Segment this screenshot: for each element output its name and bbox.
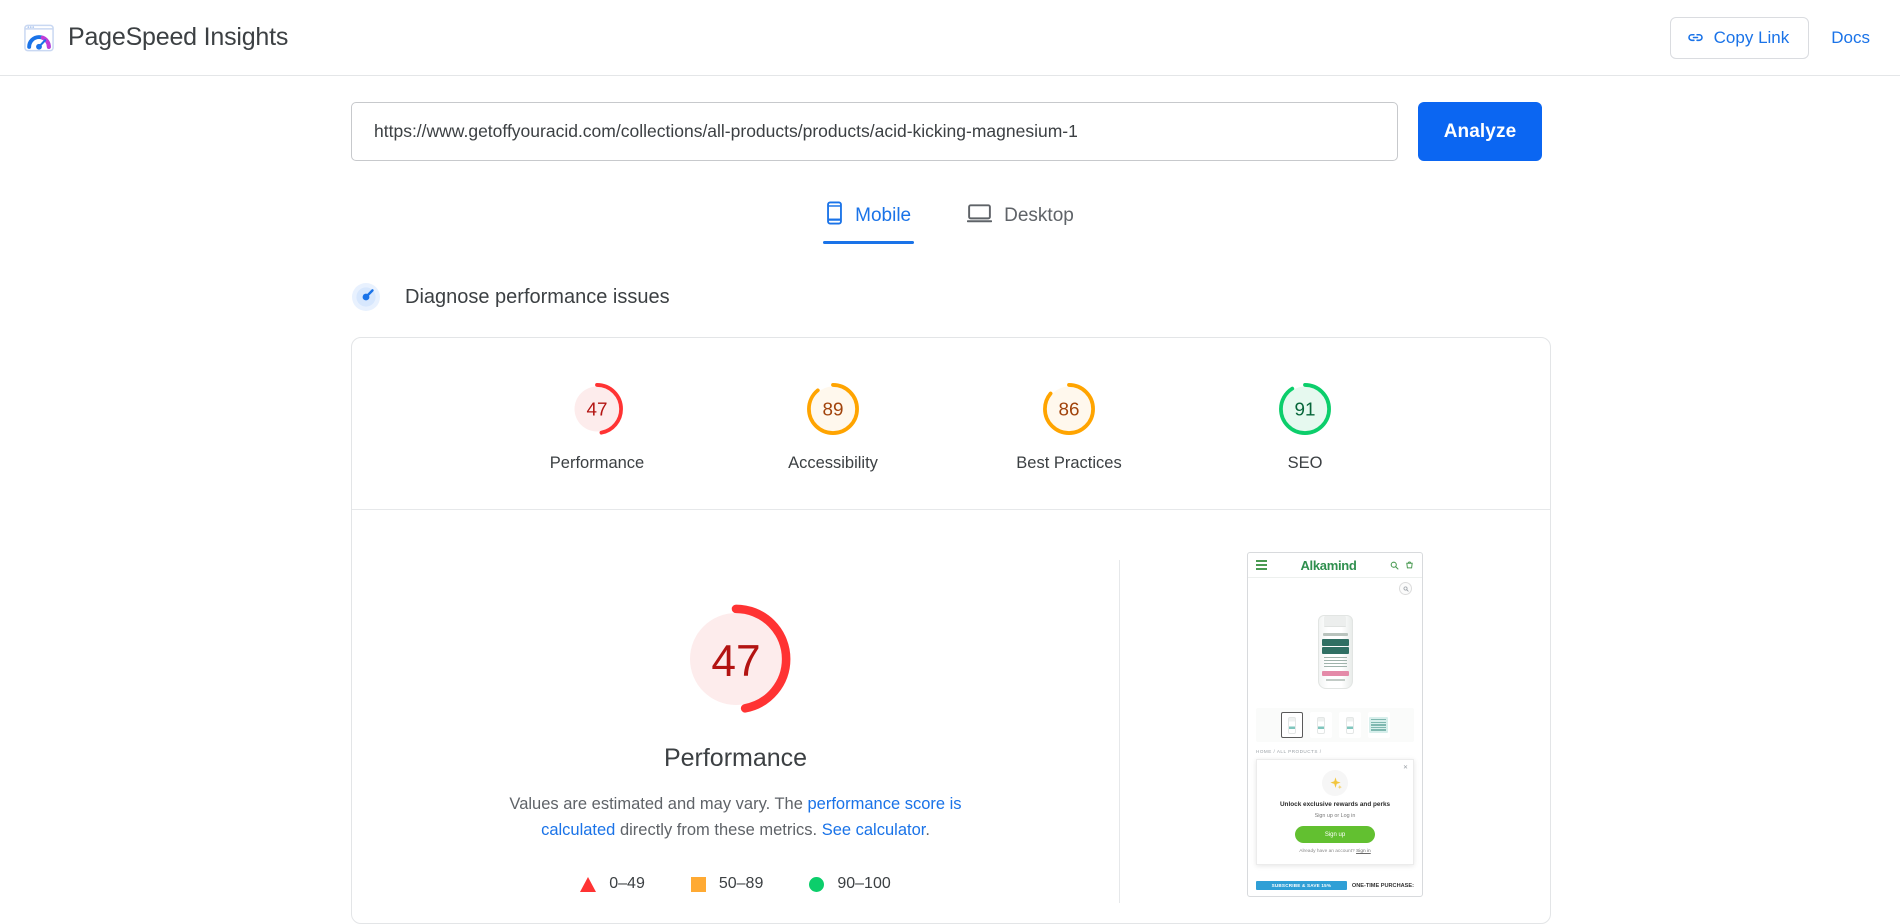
url-input[interactable] (351, 102, 1398, 161)
close-icon: ✕ (1402, 765, 1408, 771)
score-label-performance: Performance (549, 454, 645, 472)
thumb-subscribe-label: SUBSCRIBE & SAVE 15% (1256, 881, 1347, 890)
score-performance[interactable]: 47 Performance (522, 380, 672, 473)
see-calculator-link[interactable]: See calculator (822, 821, 926, 839)
score-label-best-practices: Best Practices (1016, 454, 1122, 472)
copy-link-button[interactable]: Copy Link (1669, 16, 1810, 59)
legend-item-high: 90–100 (809, 875, 891, 893)
results-card: 47 Performance 89 Accessibility 86 Best … (351, 337, 1551, 924)
green-circle-icon (809, 876, 825, 892)
search-icon (1390, 561, 1399, 570)
category-scores: 47 Performance 89 Accessibility 86 Best … (352, 338, 1550, 510)
gallery-thumb-3 (1338, 712, 1361, 738)
performance-summary: 47 Performance Values are estimated and … (352, 550, 1119, 923)
copy-link-label: Copy Link (1713, 27, 1790, 47)
diagnose-section-header: Diagnose performance issues (351, 282, 1900, 312)
gauge-seo: 91 (1279, 383, 1331, 435)
gauge-value-best-practices: 86 (1059, 399, 1080, 420)
gauge-best-practices: 86 (1043, 383, 1095, 435)
pagespeed-gauge-icon (24, 23, 54, 53)
score-best-practices[interactable]: 86 Best Practices (994, 380, 1144, 473)
tab-desktop[interactable]: Desktop (961, 195, 1080, 244)
gauge-value-performance-large: 47 (711, 637, 760, 686)
thumb-store-header: Alkamind (1248, 553, 1422, 578)
chain-link-icon (1686, 28, 1705, 47)
thumb-purchase-options: SUBSCRIBE & SAVE 15% ONE-TIME PURCHASE: (1256, 881, 1414, 890)
gauge-value-seo: 91 (1295, 399, 1316, 420)
thumb-modal-title: Unlock exclusive rewards and perks (1279, 801, 1391, 808)
gauge-performance: 47 (571, 383, 623, 435)
score-accessibility[interactable]: 89 Accessibility (758, 380, 908, 473)
legend-range-high: 90–100 (837, 875, 891, 893)
diagnose-label: Diagnose performance issues (405, 285, 670, 308)
performance-title: Performance (663, 744, 808, 772)
score-label-seo: SEO (1287, 454, 1323, 472)
app-header: PageSpeed Insights Copy Link Docs (0, 0, 1900, 76)
hamburger-menu-icon (1256, 560, 1267, 570)
gallery-thumb-4 (1367, 712, 1390, 738)
gallery-thumb-1 (1280, 712, 1303, 738)
score-label-accessibility: Accessibility (788, 454, 878, 472)
header-actions: Copy Link Docs (1669, 16, 1870, 59)
thumb-product-image (1248, 600, 1422, 704)
shopping-cart-icon (1405, 560, 1414, 570)
product-bottle-graphic (1317, 615, 1353, 689)
thumb-signup-button: Sign up (1295, 826, 1375, 843)
legend-item-mid: 50–89 (690, 875, 764, 893)
screenshot-panel: Alkamind HOME / ALL PRODUCTS / ✕ Unlock … (1120, 550, 1550, 897)
gauge-value-performance: 47 (587, 399, 608, 420)
desc-text-1: Values are estimated and may vary. The (509, 795, 808, 813)
thumb-zoom-row (1248, 578, 1422, 600)
score-legend: 0–49 50–89 90–100 (580, 875, 891, 893)
magnifier-icon (1399, 582, 1412, 595)
thumb-gallery-strip (1256, 708, 1414, 742)
thumb-store-name: Alkamind (1300, 557, 1357, 573)
legend-range-mid: 50–89 (718, 875, 764, 893)
sparkle-icon (1322, 770, 1348, 796)
docs-link[interactable]: Docs (1831, 28, 1870, 48)
brand: PageSpeed Insights (24, 23, 288, 53)
desc-text-2: directly from these metrics. (615, 821, 822, 840)
legend-range-low: 0–49 (609, 875, 645, 893)
desc-text-3: . (925, 821, 930, 840)
thumb-modal-subtitle: Sign up or Log in (1314, 813, 1356, 819)
performance-description: Values are estimated and may vary. The p… (476, 791, 996, 843)
mobile-phone-icon (826, 201, 843, 231)
tab-mobile[interactable]: Mobile (820, 195, 917, 244)
thumb-modal-footer: Already have an account? Sign in (1265, 849, 1405, 854)
tab-desktop-label: Desktop (1004, 205, 1074, 226)
performance-detail: 47 Performance Values are estimated and … (352, 510, 1550, 923)
tab-mobile-label: Mobile (855, 205, 912, 226)
page-title: PageSpeed Insights (68, 23, 289, 51)
thumb-modal-footer-prefix: Already have an account? (1299, 849, 1357, 854)
orange-square-icon (690, 876, 706, 892)
page-screenshot-thumbnail: Alkamind HOME / ALL PRODUCTS / ✕ Unlock … (1247, 552, 1423, 897)
thumb-rewards-modal: ✕ Unlock exclusive rewards and perks Sig… (1256, 759, 1414, 865)
device-tabs: Mobile Desktop (0, 195, 1900, 244)
legend-item-low: 0–49 (580, 875, 645, 893)
score-seo[interactable]: 91 SEO (1230, 380, 1380, 473)
analyze-button[interactable]: Analyze (1418, 102, 1542, 161)
analyze-form: Analyze (351, 76, 1900, 161)
thumb-modal-signin-link: Sign in (1356, 849, 1371, 854)
red-triangle-icon (580, 876, 597, 892)
thumb-onetime-label: ONE-TIME PURCHASE: (1351, 882, 1414, 889)
gauge-performance-large: 47 (681, 604, 790, 714)
radar-needle-icon (351, 282, 381, 312)
gauge-accessibility: 89 (807, 383, 859, 435)
desktop-monitor-icon (966, 202, 993, 230)
gallery-thumb-2 (1309, 712, 1332, 738)
gauge-value-accessibility: 89 (823, 399, 844, 420)
